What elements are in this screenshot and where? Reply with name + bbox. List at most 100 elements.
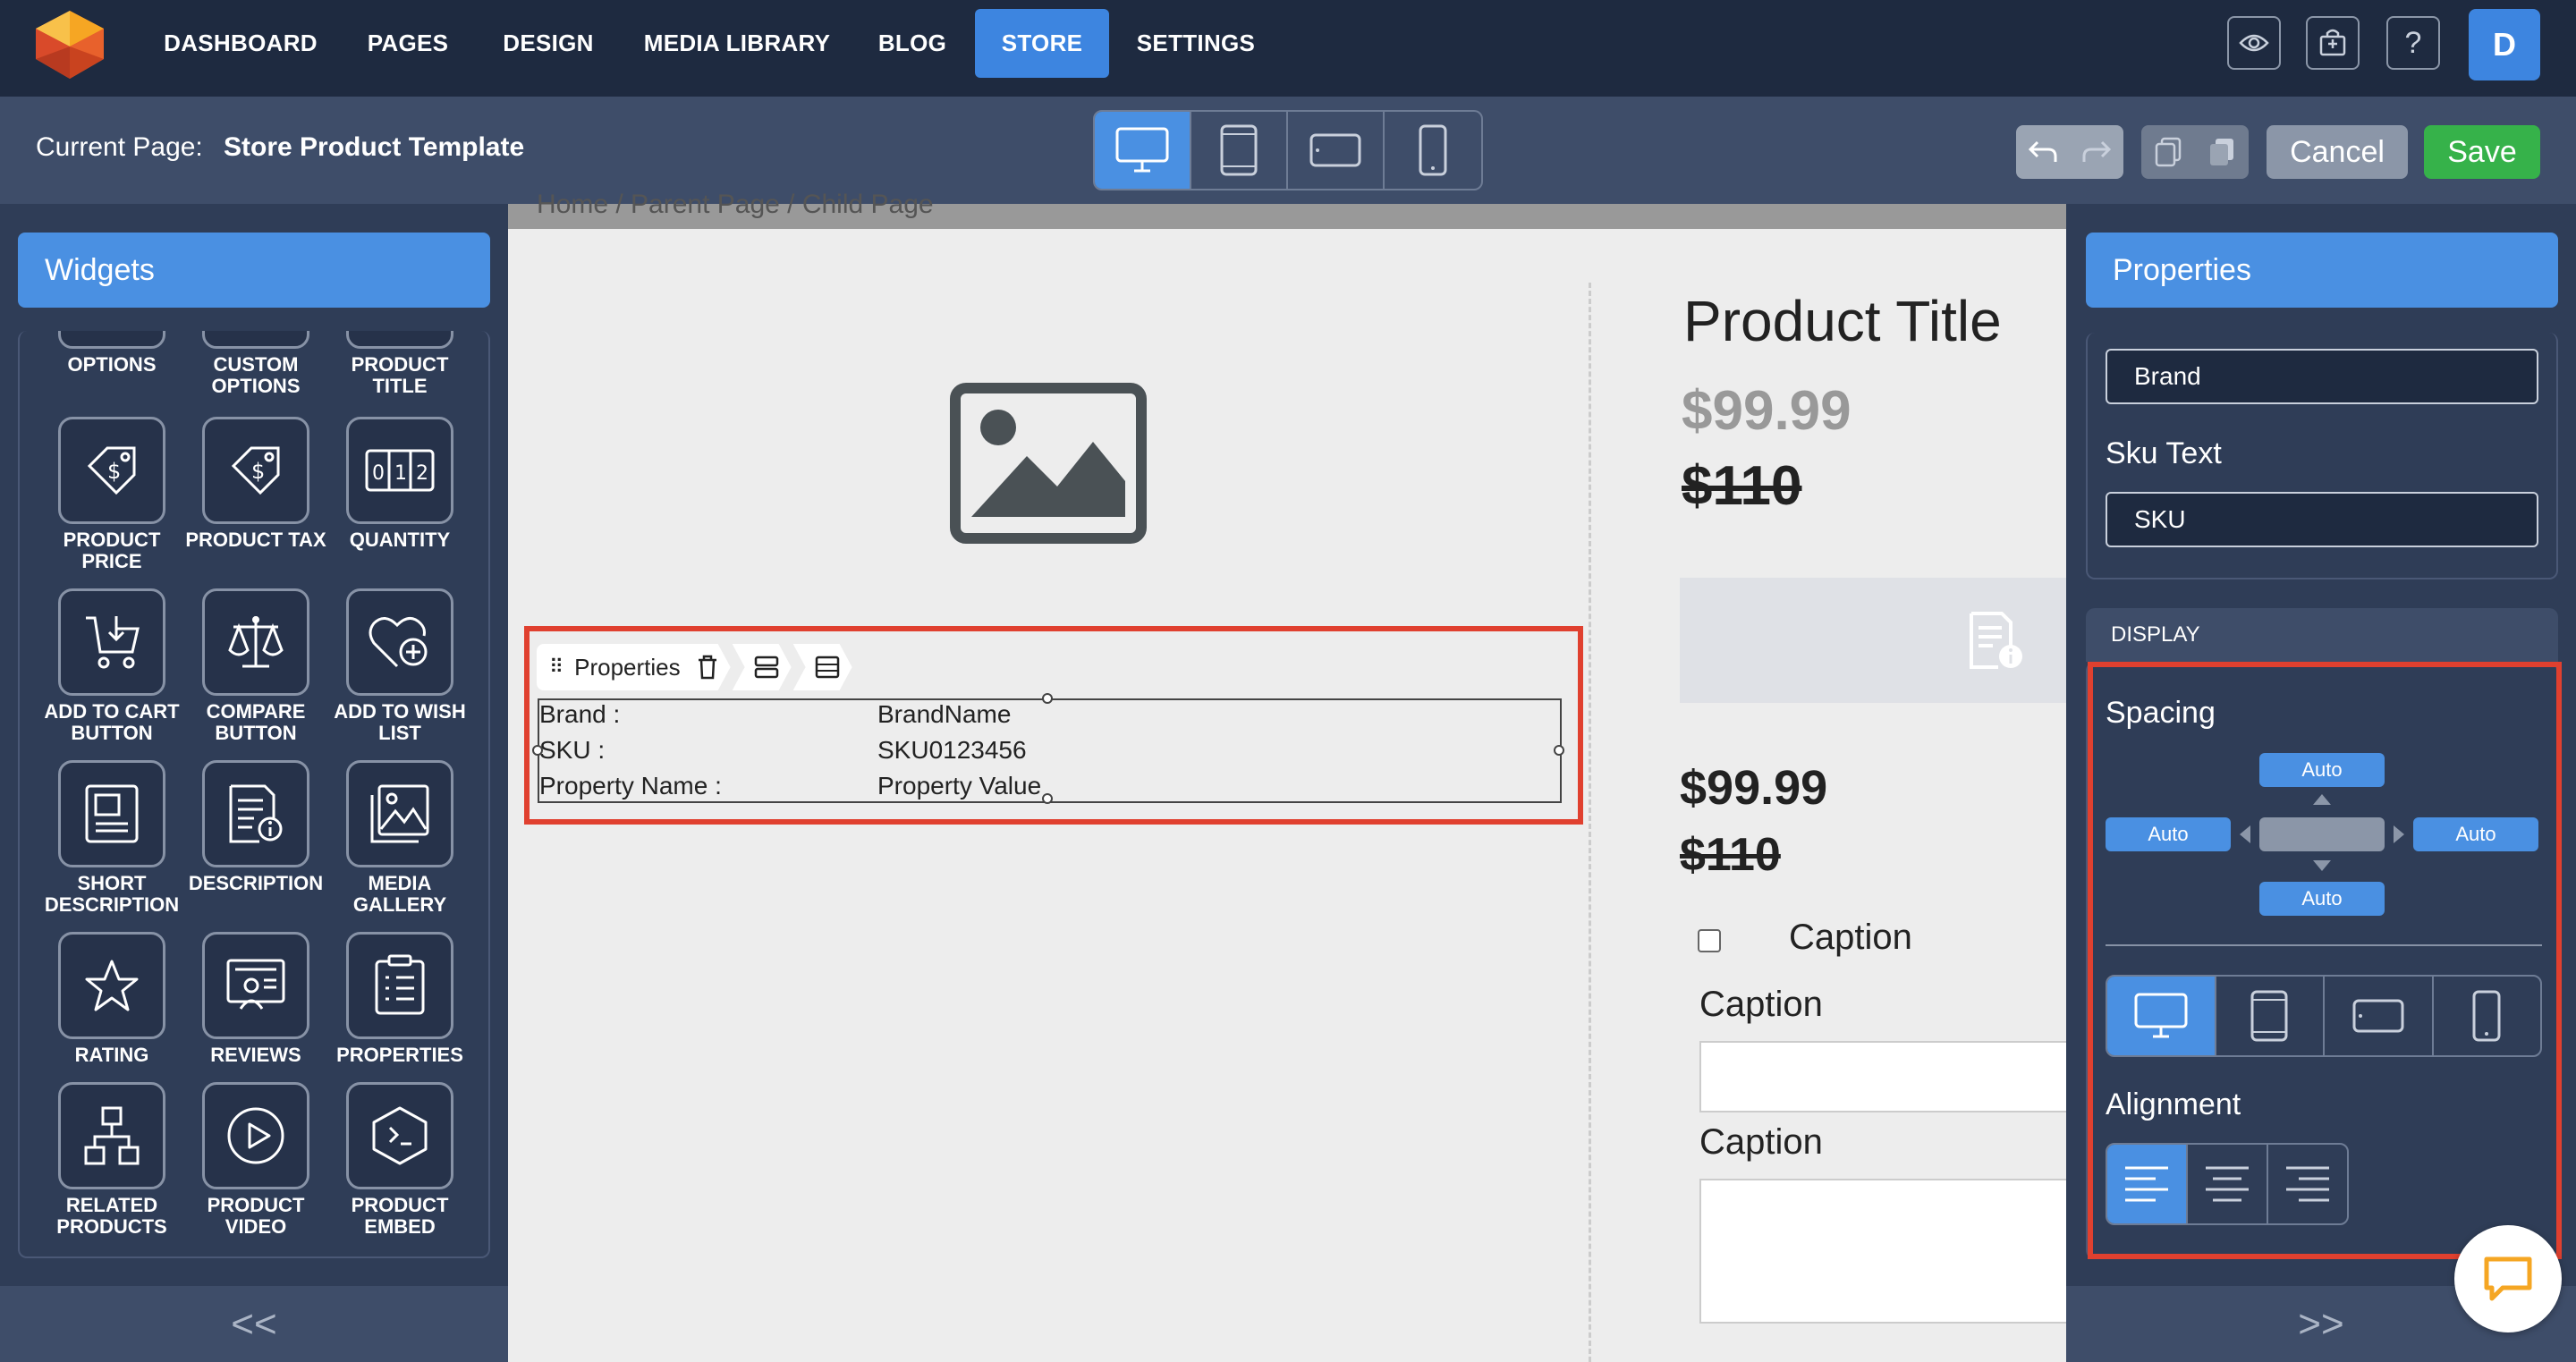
align-center-button[interactable] bbox=[2188, 1145, 2268, 1223]
toolbar-layout-rows[interactable] bbox=[733, 644, 792, 690]
save-button[interactable]: Save bbox=[2424, 125, 2540, 179]
spacing-left-input[interactable]: Auto bbox=[2106, 817, 2231, 851]
widget-add-to-cart[interactable]: ADD TO CART BUTTON bbox=[39, 588, 184, 744]
widget-label: REVIEWS bbox=[210, 1044, 301, 1066]
resize-handle-bottom[interactable] bbox=[1042, 793, 1053, 804]
properties-widget[interactable]: Brand : BrandName SKU : SKU0123456 Prope… bbox=[532, 693, 1564, 804]
widget-options[interactable]: OPTIONS bbox=[39, 331, 184, 376]
caption-textarea[interactable] bbox=[1699, 1179, 2075, 1324]
widget-description[interactable]: DESCRIPTION bbox=[183, 760, 328, 894]
widget-grid: OPTIONS CUSTOM OPTIONS PRODUCT TITLE $ P… bbox=[18, 331, 490, 1258]
section-divider bbox=[2106, 944, 2542, 946]
widget-compare[interactable]: COMPARE BUTTON bbox=[183, 588, 328, 744]
product-old-price-secondary[interactable]: $110 bbox=[1680, 828, 1781, 882]
widget-rating[interactable]: RATING bbox=[39, 932, 184, 1066]
undo-button[interactable] bbox=[2016, 125, 2070, 179]
brand-text-input[interactable]: Brand bbox=[2106, 349, 2538, 404]
spacing-right-input[interactable]: Auto bbox=[2413, 817, 2538, 851]
description-block[interactable] bbox=[1680, 578, 2073, 703]
redo-button[interactable] bbox=[2070, 125, 2123, 179]
desktop-view-button[interactable] bbox=[1095, 112, 1191, 189]
nav-design[interactable]: DESIGN bbox=[490, 9, 606, 78]
resize-handle-right[interactable] bbox=[1554, 745, 1564, 756]
rows-icon bbox=[754, 656, 779, 679]
align-left-button[interactable] bbox=[2107, 1145, 2188, 1223]
trash-icon[interactable] bbox=[697, 655, 718, 680]
display-section-header[interactable]: DISPLAY bbox=[2086, 608, 2558, 662]
display-device-switcher bbox=[2106, 975, 2542, 1057]
tablet-view-button[interactable] bbox=[2216, 977, 2325, 1055]
product-price[interactable]: $99.99 bbox=[1682, 379, 1852, 443]
desktop-icon bbox=[1115, 127, 1169, 173]
widget-quantity[interactable]: 012 QUANTITY bbox=[327, 417, 472, 551]
widget-product-title[interactable]: PRODUCT TITLE bbox=[327, 331, 472, 397]
desktop-view-button[interactable] bbox=[2107, 977, 2216, 1055]
nav-settings[interactable]: SETTINGS bbox=[1129, 9, 1263, 78]
widget-short-description[interactable]: SHORT DESCRIPTION bbox=[39, 760, 184, 916]
description-icon bbox=[202, 760, 309, 867]
paste-button[interactable] bbox=[2195, 125, 2249, 179]
nav-blog[interactable]: BLOG bbox=[868, 9, 957, 78]
property-value: BrandName bbox=[877, 700, 1012, 728]
logo-icon[interactable] bbox=[32, 9, 107, 80]
landscape-view-button[interactable] bbox=[2325, 977, 2434, 1055]
resize-handle-top[interactable] bbox=[1042, 693, 1053, 704]
widget-product-video[interactable]: PRODUCT VIDEO bbox=[183, 1082, 328, 1238]
nav-media-library[interactable]: MEDIA LIBRARY bbox=[639, 9, 835, 78]
drag-handle-icon[interactable]: ⠿ bbox=[549, 656, 562, 679]
column-divider bbox=[1589, 283, 1591, 1362]
widget-custom-options[interactable]: CUSTOM OPTIONS bbox=[183, 331, 328, 397]
current-page-value: Store Product Template bbox=[224, 132, 525, 162]
shopping-bag-icon bbox=[2319, 29, 2346, 56]
current-page-label: Current Page: bbox=[36, 132, 203, 162]
desktop-icon bbox=[2134, 993, 2188, 1038]
spacing-top-input[interactable]: Auto bbox=[2259, 753, 2385, 787]
nav-pages[interactable]: PAGES bbox=[356, 9, 460, 78]
landscape-view-button[interactable] bbox=[1288, 112, 1385, 189]
mobile-view-button[interactable] bbox=[1385, 112, 1481, 189]
widget-add-to-wish-list[interactable]: ADD TO WISH LIST bbox=[327, 588, 472, 744]
widget-product-embed[interactable]: PRODUCT EMBED bbox=[327, 1082, 472, 1238]
widget-reviews[interactable]: REVIEWS bbox=[183, 932, 328, 1066]
resize-handle-left[interactable] bbox=[532, 745, 543, 756]
nav-store[interactable]: STORE bbox=[975, 9, 1109, 78]
chat-button[interactable] bbox=[2454, 1225, 2562, 1332]
product-price-secondary[interactable]: $99.99 bbox=[1680, 760, 1827, 816]
mobile-view-button[interactable] bbox=[2434, 977, 2541, 1055]
store-button[interactable] bbox=[2306, 16, 2360, 70]
widget-label: CUSTOM OPTIONS bbox=[211, 353, 301, 397]
widget-related-products[interactable]: RELATED PRODUCTS bbox=[39, 1082, 184, 1238]
nav-dashboard[interactable]: DASHBOARD bbox=[156, 9, 326, 78]
redo-icon bbox=[2082, 140, 2112, 162]
avatar[interactable]: D bbox=[2469, 9, 2540, 80]
widget-product-price[interactable]: $ PRODUCT PRICE bbox=[39, 417, 184, 572]
tablet-view-button[interactable] bbox=[1191, 112, 1288, 189]
spacing-label: Spacing bbox=[2106, 696, 2216, 730]
copy-icon bbox=[2155, 137, 2182, 167]
preview-button[interactable] bbox=[2227, 16, 2281, 70]
align-right-button[interactable] bbox=[2268, 1145, 2347, 1223]
svg-text:$: $ bbox=[107, 459, 121, 484]
device-switcher bbox=[1093, 110, 1483, 190]
sku-text-input[interactable]: SKU bbox=[2106, 492, 2538, 547]
property-name: Property Name : bbox=[539, 772, 722, 799]
widget-media-gallery[interactable]: MEDIA GALLERY bbox=[327, 760, 472, 916]
caption-checkbox[interactable] bbox=[1698, 929, 1721, 952]
phone-landscape-icon bbox=[1309, 133, 1361, 167]
spacing-bottom-input[interactable]: Auto bbox=[2259, 882, 2385, 916]
product-image-placeholder[interactable] bbox=[950, 383, 1147, 544]
toolbar-properties[interactable]: ⠿ Properties bbox=[537, 644, 731, 690]
product-old-price[interactable]: $110 bbox=[1682, 454, 1802, 518]
toolbar-layout-block[interactable] bbox=[793, 644, 852, 690]
caption-input[interactable] bbox=[1699, 1041, 2075, 1112]
copy-button[interactable] bbox=[2141, 125, 2195, 179]
cancel-button[interactable]: Cancel bbox=[2267, 125, 2408, 179]
spacing-center bbox=[2259, 817, 2385, 851]
collapse-left-button[interactable]: << bbox=[0, 1286, 508, 1362]
widget-product-tax[interactable]: $ PRODUCT TAX bbox=[183, 417, 328, 551]
widget-properties[interactable]: PROPERTIES bbox=[327, 932, 472, 1066]
product-title[interactable]: Product Title bbox=[1683, 288, 2002, 354]
widget-label: PRODUCT TITLE bbox=[351, 353, 449, 397]
help-button[interactable]: ? bbox=[2386, 16, 2440, 70]
arrow-down-icon bbox=[2313, 860, 2331, 871]
